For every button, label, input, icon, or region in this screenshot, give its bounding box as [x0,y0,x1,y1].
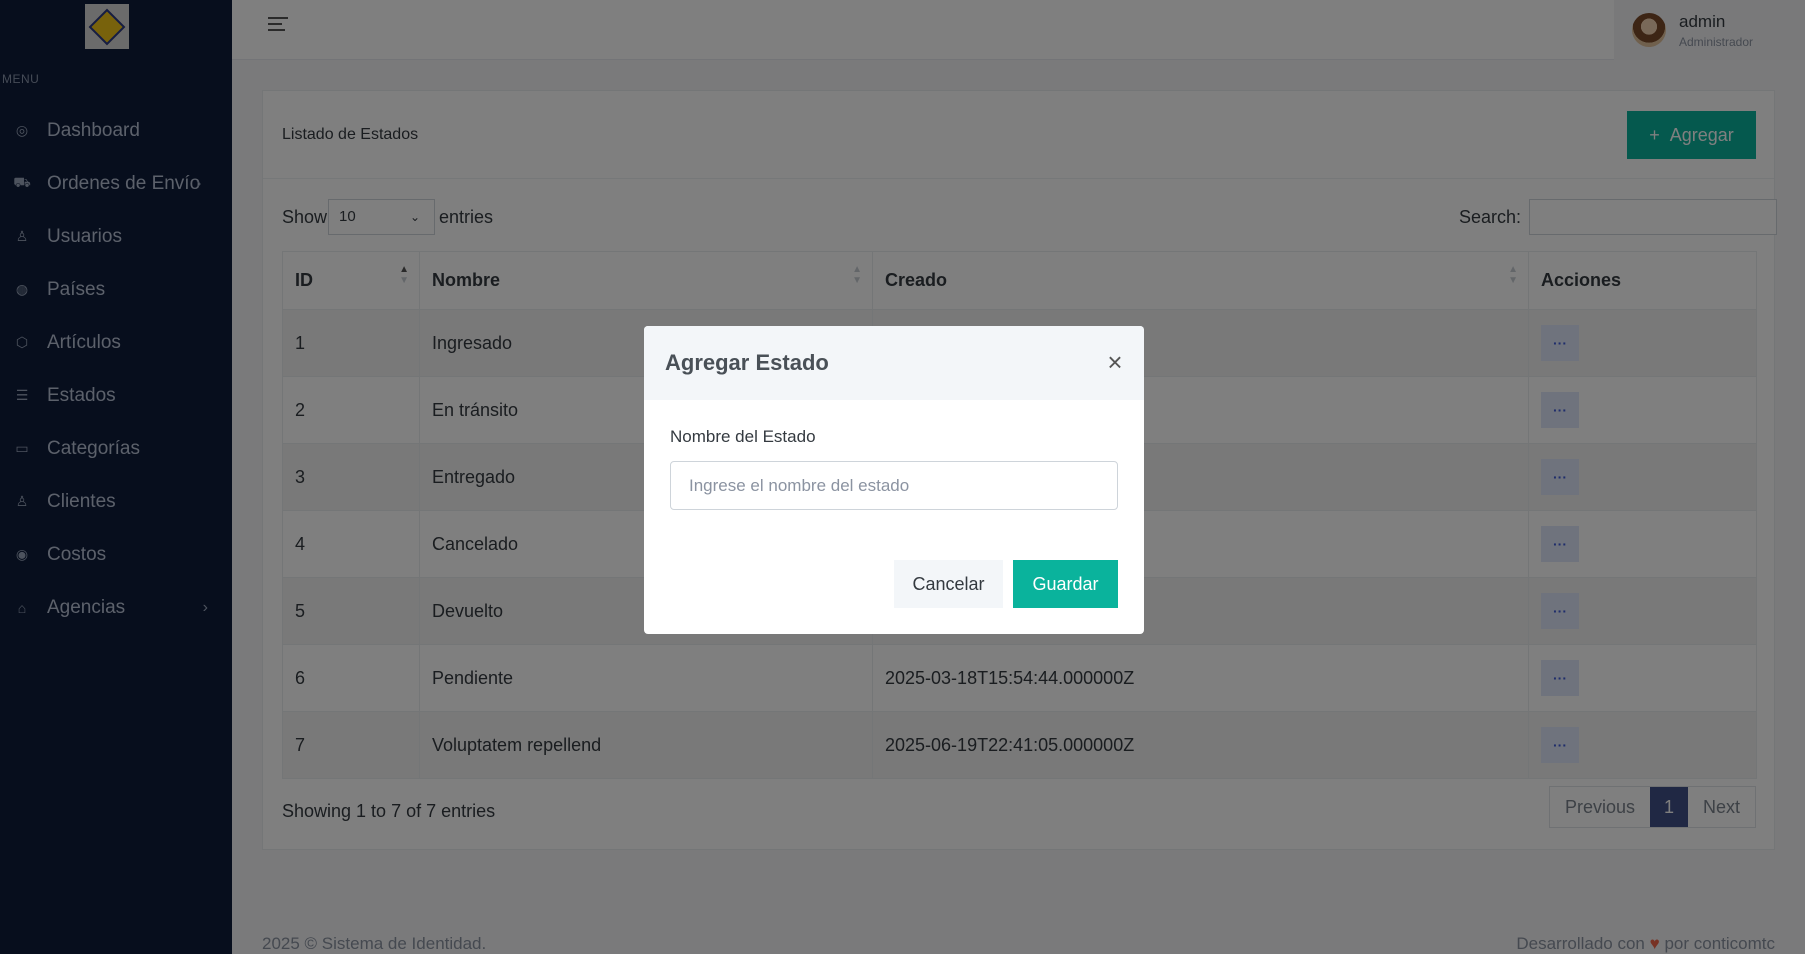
close-icon[interactable]: × [1102,349,1128,376]
modal-title: Agregar Estado [665,350,829,375]
save-button[interactable]: Guardar [1013,560,1118,608]
field-label: Nombre del Estado [670,427,816,446]
add-estado-modal: Agregar Estado × Nombre del Estado Cance… [644,326,1144,634]
estado-name-input[interactable] [670,461,1118,510]
modal-header: Agregar Estado × [644,326,1144,400]
cancel-button[interactable]: Cancelar [894,560,1003,608]
